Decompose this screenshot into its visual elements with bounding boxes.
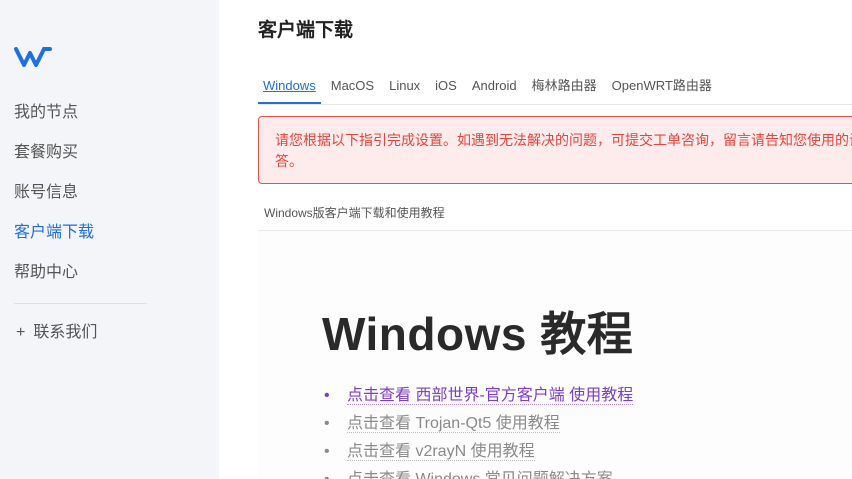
setup-guide-alert: 请您根据以下指引完成设置。如遇到无法解决的问题，可提交工单咨询，留言请告知您使用…	[258, 116, 852, 184]
sidebar-item-help-center[interactable]: 帮助中心	[0, 253, 219, 293]
tab-label: iOS	[435, 78, 457, 93]
page-title: 客户端下载	[258, 20, 354, 41]
main-content: 客户端下载 Windows MacOS Linux iOS Android 梅林路由器 Op…	[219, 0, 852, 479]
bullet-icon: •	[324, 415, 330, 432]
tab-ios[interactable]: iOS	[430, 74, 462, 104]
list-item: • 点击查看 Windows 常见问题解决方案	[324, 468, 633, 479]
tab-windows[interactable]: Windows	[258, 74, 321, 104]
alert-text-line-1: 请您根据以下指引完成设置。如遇到无法解决的问题，可提交工单咨询，留言请告知您使用…	[275, 132, 852, 148]
tutorial-list: • 点击查看 西部世界-官方客户端 使用教程 • 点击查看 Trojan-Qt5…	[324, 384, 634, 479]
article-title: Windows 教程	[322, 308, 634, 360]
tutorial-link-v2rayn[interactable]: 点击查看 v2rayN 使用教程	[347, 443, 535, 461]
list-item: • 点击查看 v2rayN 使用教程	[324, 440, 633, 468]
tab-android[interactable]: Android	[467, 74, 522, 104]
tab-label: Linux	[389, 78, 421, 93]
tab-label: MacOS	[330, 78, 375, 93]
bullet-icon: •	[324, 443, 330, 460]
sidebar-divider	[14, 303, 147, 304]
tab-macos[interactable]: MacOS	[326, 74, 379, 104]
sidebar-item-client-download[interactable]: 客户端下载	[0, 213, 219, 253]
tab-label: OpenWRT路由器	[611, 78, 712, 93]
sidebar: 我的节点 套餐购买 账号信息 客户端下载 帮助中心 + 联系我们	[0, 0, 219, 479]
plus-icon: +	[16, 324, 26, 341]
sidebar-item-plan-purchase[interactable]: 套餐购买	[0, 133, 219, 173]
section-label: Windows版客户端下载和使用教程	[264, 206, 445, 220]
platform-tabs: Windows MacOS Linux iOS Android 梅林路由器 OpenWRT路…	[258, 74, 852, 105]
sidebar-item-account-info[interactable]: 账号信息	[0, 173, 219, 213]
sidebar-item-my-nodes[interactable]: 我的节点	[0, 93, 219, 133]
sidebar-item-contact-us[interactable]: + 联系我们	[16, 313, 97, 353]
tab-label: Android	[471, 78, 517, 93]
list-item: • 点击查看 西部世界-官方客户端 使用教程	[324, 384, 634, 412]
tab-openwrt-router[interactable]: OpenWRT路由器	[607, 74, 717, 104]
tab-linux[interactable]: Linux	[384, 74, 425, 104]
sidebar-nav: 我的节点 套餐购买 账号信息 客户端下载 帮助中心	[0, 93, 219, 293]
tab-label: Windows	[263, 78, 316, 93]
sidebar-item-label: 联系我们	[33, 324, 98, 341]
list-item: • 点击查看 Trojan-Qt5 使用教程	[324, 412, 633, 440]
tutorial-link-official-client[interactable]: 点击查看 西部世界-官方客户端 使用教程	[347, 387, 634, 405]
bullet-icon: •	[324, 387, 330, 404]
tutorial-link-windows-faq[interactable]: 点击查看 Windows 常见问题解决方案	[347, 471, 613, 479]
brand-w-logo-icon[interactable]	[14, 45, 54, 69]
tab-merlin-router[interactable]: 梅林路由器	[527, 74, 602, 104]
alert-text-line-2: 答。	[275, 153, 303, 169]
tab-label: 梅林路由器	[531, 78, 597, 93]
bullet-icon: •	[324, 468, 330, 479]
tutorial-link-trojan-qt5[interactable]: 点击查看 Trojan-Qt5 使用教程	[347, 415, 560, 433]
